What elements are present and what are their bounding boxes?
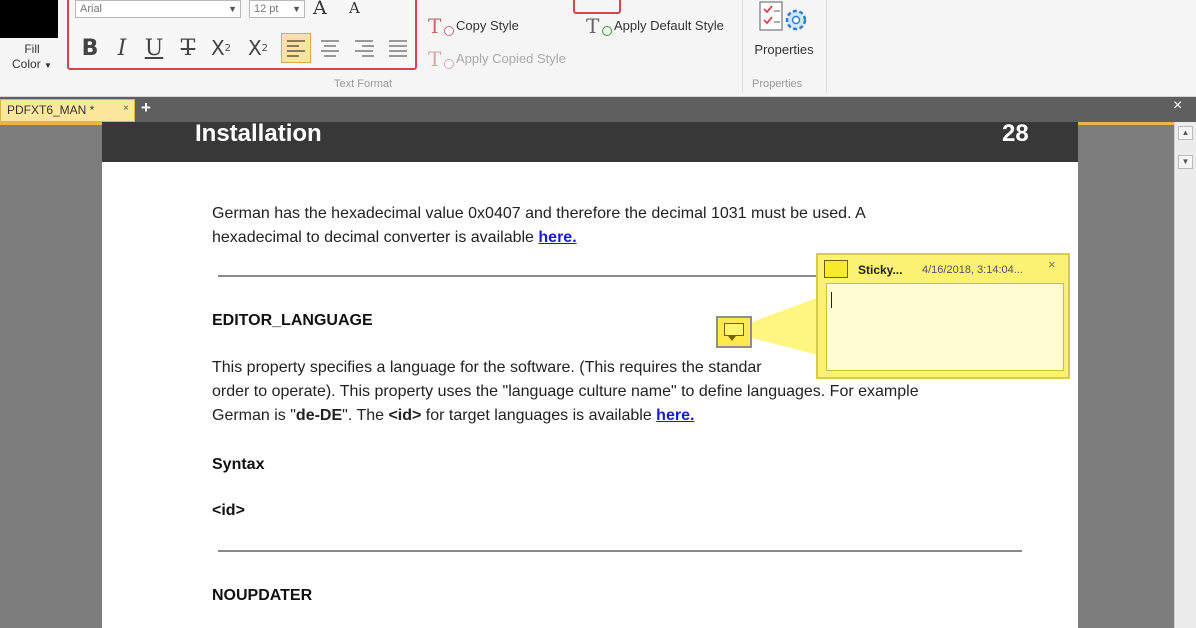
paragraph-line: German has the hexadecimal value 0x0407 … xyxy=(212,205,866,222)
apply-copied-style-label: Apply Copied Style xyxy=(456,50,566,66)
text-caret xyxy=(831,292,832,308)
paragraph-line: German is " xyxy=(212,407,296,424)
fill-color-button[interactable]: Fill Color ▼ xyxy=(0,42,64,73)
chevron-down-icon: ▼ xyxy=(292,4,301,14)
fill-color-label-line1: Fill xyxy=(24,42,40,56)
page-number: 28 xyxy=(1002,122,1029,147)
scroll-down-icon[interactable]: ▼ xyxy=(1178,155,1193,169)
section-heading-noupdater: NOUPDATER xyxy=(212,587,313,604)
superscript-mark: 2 xyxy=(261,42,269,54)
paragraph-line: hexadecimal to decimal converter is avai… xyxy=(212,229,539,246)
italic-button[interactable]: I xyxy=(109,34,135,62)
ribbon-separator xyxy=(826,0,827,93)
section-divider xyxy=(218,550,1022,552)
tab-pdfxt6-man[interactable]: PDFXT6_MAN * × xyxy=(0,99,135,122)
apply-default-style-label: Apply Default Style xyxy=(614,17,724,33)
paragraph-hexadecimal: German has the hexadecimal value 0x0407 … xyxy=(212,202,1012,250)
sticky-note-text-input[interactable] xyxy=(826,283,1064,371)
paragraph-line: order to operate). This property uses th… xyxy=(212,383,919,400)
bold-button[interactable]: B xyxy=(77,34,103,62)
text-format-group-label: Text Format xyxy=(334,78,393,90)
scroll-up-icon[interactable]: ▲ xyxy=(1178,126,1193,140)
here-link[interactable]: here. xyxy=(656,407,694,424)
superscript-glyph: X xyxy=(247,36,262,60)
fill-color-swatch[interactable] xyxy=(0,0,58,38)
copy-style-button[interactable]: T Copy Style xyxy=(428,14,519,38)
align-justify-button[interactable] xyxy=(383,33,413,63)
subscript-mark: 2 xyxy=(224,42,232,54)
sticky-note-date: 4/16/2018, 3:14:04... xyxy=(922,264,1023,276)
copy-style-label: Copy Style xyxy=(456,17,519,33)
tab-label: PDFXT6_MAN * xyxy=(7,103,95,117)
here-link[interactable]: here. xyxy=(538,229,576,246)
apply-default-style-highlight xyxy=(573,0,621,14)
properties-icon[interactable] xyxy=(758,0,810,36)
document-tab-bar: PDFXT6_MAN * × + × xyxy=(0,97,1196,122)
sticky-note-popup: Sticky... 4/16/2018, 3:14:04... × xyxy=(816,253,1070,379)
close-icon[interactable]: × xyxy=(1048,257,1056,272)
shrink-font-button[interactable]: A xyxy=(349,0,360,17)
align-right-button[interactable] xyxy=(349,33,379,63)
apply-default-style-button[interactable]: T Apply Default Style xyxy=(586,14,724,38)
apply-default-style-icon: T xyxy=(586,14,612,38)
properties-button-label[interactable]: Properties xyxy=(744,42,824,57)
new-tab-button[interactable]: + xyxy=(141,98,151,118)
paragraph-line: This property specifies a language for t… xyxy=(212,359,762,376)
subscript-button[interactable]: X2 xyxy=(207,34,235,62)
font-name-value: Arial xyxy=(80,3,103,15)
paragraph-line: ". The xyxy=(342,407,389,424)
sticky-note-title: Sticky... xyxy=(858,263,903,277)
ribbon: Fill Color ▼ Arial ▼ 12 pt ▼ A A B I U T… xyxy=(0,0,1196,97)
bold-term: de-DE xyxy=(295,407,343,424)
align-left-button[interactable] xyxy=(281,33,311,63)
page-header-bar: Installation 28 xyxy=(102,122,1078,162)
text-format-group: Arial ▼ 12 pt ▼ A A B I U T X2 X2 xyxy=(67,0,417,70)
sticky-note-icon[interactable] xyxy=(716,316,752,348)
underline-button[interactable]: U xyxy=(141,34,167,62)
font-size-select[interactable]: 12 pt ▼ xyxy=(249,0,305,18)
fill-color-label-line2: Color xyxy=(12,57,41,71)
subscript-glyph: X xyxy=(210,36,225,60)
font-name-select[interactable]: Arial ▼ xyxy=(75,0,241,18)
paragraph-line: for target languages is available xyxy=(421,407,657,424)
page-title: Installation xyxy=(195,122,322,147)
apply-copied-style-icon: T xyxy=(428,47,454,71)
font-size-value: 12 pt xyxy=(254,3,279,15)
chevron-down-icon: ▼ xyxy=(228,4,237,14)
close-document-icon[interactable]: × xyxy=(1173,97,1182,115)
dropdown-arrow-icon: ▼ xyxy=(44,61,52,70)
apply-copied-style-button[interactable]: T Apply Copied Style xyxy=(428,47,566,71)
comment-icon xyxy=(824,260,848,278)
superscript-button[interactable]: X2 xyxy=(243,34,273,62)
section-heading-editor-language: EDITOR_LANGUAGE xyxy=(212,312,373,329)
align-center-button[interactable] xyxy=(315,33,345,63)
copy-style-icon: T xyxy=(428,14,454,38)
syntax-heading: Syntax xyxy=(212,456,265,473)
grow-font-button[interactable]: A xyxy=(313,0,327,19)
syntax-value: <id> xyxy=(212,502,245,519)
vertical-scrollbar[interactable]: ▲ ▼ xyxy=(1174,122,1196,628)
strikethrough-button[interactable]: T xyxy=(175,34,201,62)
properties-group-label: Properties xyxy=(752,78,803,90)
ribbon-separator xyxy=(742,0,743,93)
close-icon[interactable]: × xyxy=(123,98,129,119)
bold-term: <id> xyxy=(388,407,422,424)
